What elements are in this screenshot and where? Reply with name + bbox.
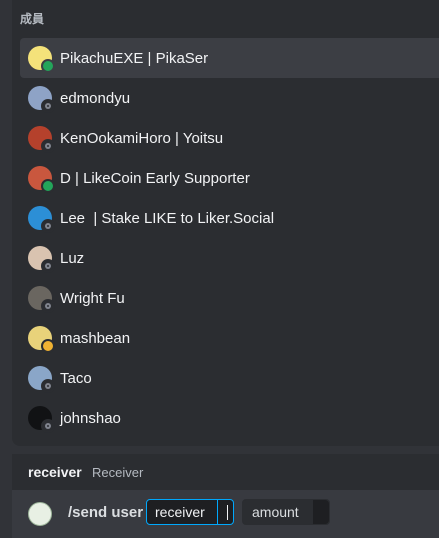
member-row[interactable]: Wright Fu (20, 278, 439, 318)
member-name: KenOokamiHoro | Yoitsu (60, 129, 224, 147)
member-name: edmondyu (60, 89, 131, 107)
member-row[interactable]: Luz (20, 238, 439, 278)
amount-option-value[interactable] (313, 500, 329, 524)
amount-option-label: amount (252, 504, 299, 520)
member-avatar (28, 46, 55, 73)
receiver-option-chip[interactable]: receiver (146, 499, 234, 525)
status-offline-icon (41, 219, 55, 233)
status-offline-icon (41, 99, 55, 113)
autocomplete-popup: 成員 PikachuEXE | PikaSer edmondyu KenOokami… (12, 0, 439, 446)
member-row[interactable]: mashbean (20, 318, 439, 358)
member-name: Wright Fu (60, 289, 125, 307)
status-offline-icon (41, 259, 55, 273)
member-avatar (28, 206, 55, 233)
member-row[interactable]: johnshao (20, 398, 439, 438)
slash-command: /send user (68, 504, 144, 521)
member-avatar (28, 246, 55, 273)
status-idle-icon (41, 339, 55, 353)
member-avatar (28, 86, 55, 113)
status-offline-icon (41, 379, 55, 393)
member-name: D | LikeCoin Early Supporter (60, 169, 250, 187)
member-row[interactable]: D | LikeCoin Early Supporter (20, 158, 439, 198)
member-avatar (28, 326, 55, 353)
member-avatar (28, 366, 55, 393)
member-avatar (28, 166, 55, 193)
member-avatar (28, 126, 55, 153)
receiver-option-value[interactable] (217, 500, 233, 524)
option-description: Receiver (92, 465, 144, 480)
status-offline-icon (41, 419, 55, 433)
member-row[interactable]: KenOokamiHoro | Yoitsu (20, 118, 439, 158)
member-avatar (28, 286, 55, 313)
member-list: PikachuEXE | PikaSer edmondyu KenOokamiHor… (20, 38, 439, 438)
option-name: receiver (28, 464, 82, 480)
status-online-icon (41, 59, 55, 73)
member-row[interactable]: Taco (20, 358, 439, 398)
member-name: johnshao (60, 409, 121, 427)
member-name: mashbean (60, 329, 131, 347)
status-offline-icon (41, 139, 55, 153)
member-name: PikachuEXE | PikaSer (60, 49, 209, 67)
option-hint: receiver Receiver (12, 454, 439, 490)
section-title: 成員 (20, 12, 45, 26)
member-name: Lee | Stake LIKE to Liker.Social (60, 209, 275, 227)
status-online-icon (41, 179, 55, 193)
receiver-option-label: receiver (155, 504, 205, 520)
member-avatar (28, 406, 55, 433)
bot-avatar-icon (28, 502, 52, 526)
member-row[interactable]: edmondyu (20, 78, 439, 118)
member-name: Luz (60, 249, 85, 267)
amount-option-chip[interactable]: amount (242, 499, 330, 525)
member-row[interactable]: PikachuEXE | PikaSer (20, 38, 439, 78)
member-row[interactable]: Lee | Stake LIKE to Liker.Social (20, 198, 439, 238)
member-name: Taco (60, 369, 92, 387)
status-offline-icon (41, 299, 55, 313)
message-input-bar[interactable]: /send user receiver amount (12, 490, 439, 538)
